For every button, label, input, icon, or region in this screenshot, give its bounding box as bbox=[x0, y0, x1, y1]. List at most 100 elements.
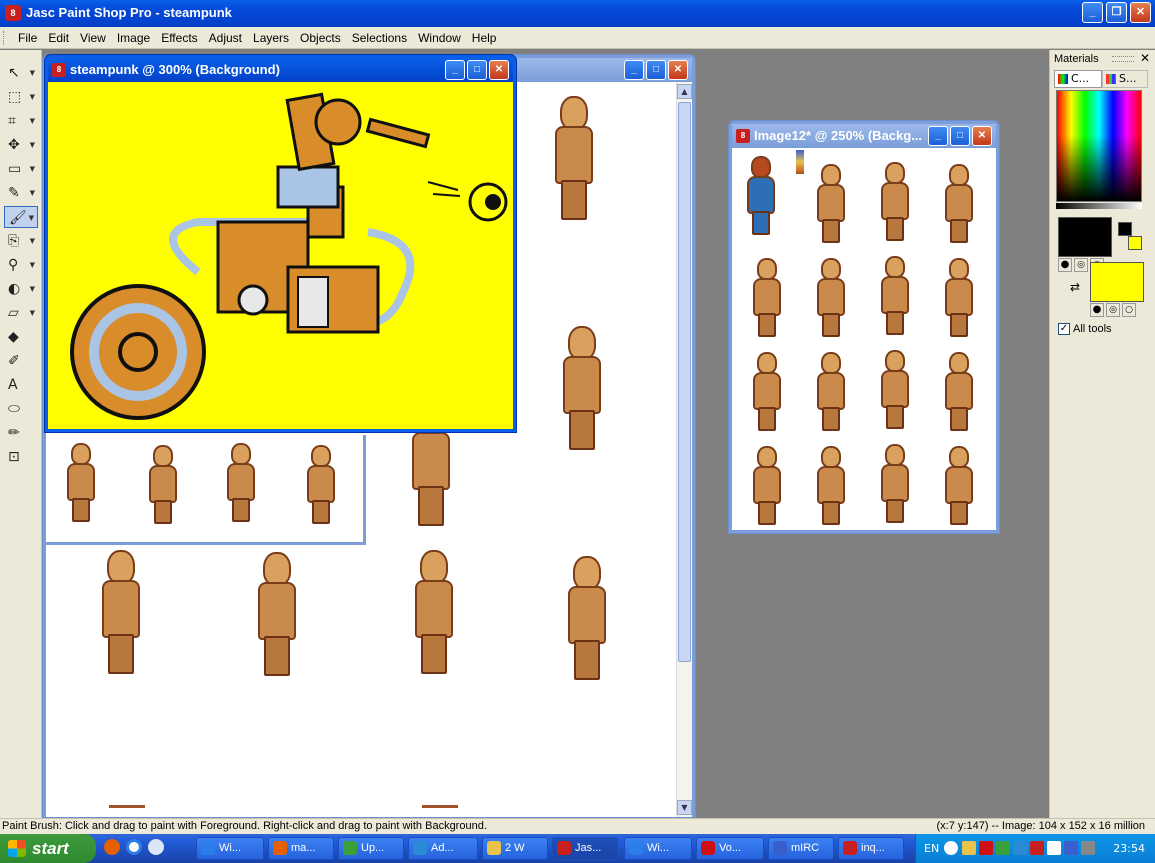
chevron-down-icon[interactable]: ▼ bbox=[30, 278, 35, 300]
taskbar-button[interactable]: inq... bbox=[838, 837, 904, 860]
menu-selections[interactable]: Selections bbox=[352, 31, 414, 45]
doc-maximize-button[interactable]: □ bbox=[950, 126, 970, 146]
volume-icon[interactable] bbox=[1081, 841, 1095, 855]
taskbar-button[interactable]: ma... bbox=[268, 837, 334, 860]
taskbar-button[interactable]: Wi... bbox=[196, 837, 264, 860]
tray-icon[interactable] bbox=[962, 841, 976, 855]
menu-view[interactable]: View bbox=[80, 31, 113, 45]
doc-close-button[interactable]: ✕ bbox=[489, 60, 509, 80]
scroll-up-arrow[interactable]: ▲ bbox=[677, 84, 692, 99]
menu-window[interactable]: Window bbox=[418, 31, 468, 45]
taskbar-button[interactable]: Up... bbox=[338, 837, 404, 860]
menu-layers[interactable]: Layers bbox=[253, 31, 296, 45]
clone-tool[interactable]: ⎘ ▼ bbox=[4, 230, 38, 252]
menu-effects[interactable]: Effects bbox=[161, 31, 204, 45]
shape-tool[interactable]: ⬭ bbox=[4, 398, 38, 420]
taskbar-button[interactable]: mIRC bbox=[768, 837, 834, 860]
text-tool[interactable]: A bbox=[4, 374, 38, 396]
doc-close-button[interactable]: ✕ bbox=[972, 126, 992, 146]
menu-adjust[interactable]: Adjust bbox=[209, 31, 249, 45]
document-window-image12[interactable]: 8 Image12* @ 250% (Backg... _ □ ✕ bbox=[729, 121, 999, 533]
menu-help[interactable]: Help bbox=[472, 31, 504, 45]
swap-colors-icon[interactable]: ⇄ bbox=[1070, 280, 1080, 294]
color-spectrum[interactable] bbox=[1056, 90, 1142, 202]
tray-icon[interactable] bbox=[1030, 841, 1044, 855]
tray-icon[interactable] bbox=[1013, 841, 1027, 855]
background-small-swatch[interactable] bbox=[1128, 236, 1142, 250]
background-color-swatch[interactable] bbox=[1090, 262, 1144, 302]
chevron-down-icon[interactable]: ▼ bbox=[30, 230, 35, 252]
chevron-down-icon[interactable]: ▼ bbox=[30, 134, 35, 156]
style-gradient-icon[interactable]: ◎ bbox=[1106, 303, 1120, 317]
dropper-tool[interactable]: ✎ ▼ bbox=[4, 182, 38, 204]
fill-tool[interactable]: ◆ bbox=[4, 326, 38, 348]
selection-tool[interactable]: ⬚ ▼ bbox=[4, 86, 38, 108]
pan-tool[interactable]: ↖ ▼ bbox=[4, 62, 38, 84]
menu-image[interactable]: Image bbox=[117, 31, 157, 45]
doc-close-button[interactable]: ✕ bbox=[668, 60, 688, 80]
chevron-down-icon[interactable]: ▼ bbox=[30, 182, 35, 204]
desktop-icon[interactable] bbox=[148, 839, 164, 855]
select-rect-tool[interactable]: ▭ ▼ bbox=[4, 158, 38, 180]
tray-icon[interactable] bbox=[979, 841, 993, 855]
doc-minimize-button[interactable]: _ bbox=[445, 60, 465, 80]
crop-tool[interactable]: ⌗ ▼ bbox=[4, 110, 38, 132]
taskbar-button[interactable]: Wi... bbox=[624, 837, 692, 860]
firefox-icon[interactable] bbox=[104, 839, 120, 855]
chevron-down-icon[interactable]: ▼ bbox=[30, 62, 35, 84]
doc-maximize-button[interactable]: □ bbox=[467, 60, 487, 80]
style-color-icon[interactable]: ● bbox=[1058, 258, 1072, 272]
chevron-down-icon[interactable]: ▼ bbox=[30, 302, 35, 324]
tab-color-picker[interactable]: C... bbox=[1054, 70, 1102, 88]
close-button[interactable]: ✕ bbox=[1130, 2, 1151, 23]
vertical-scrollbar[interactable]: ▲ ▼ bbox=[676, 82, 692, 817]
image12-canvas[interactable] bbox=[732, 148, 996, 530]
taskbar-button[interactable]: Ad... bbox=[408, 837, 478, 860]
pencil-tool[interactable]: ✏ bbox=[4, 422, 38, 444]
restore-button[interactable]: ❐ bbox=[1106, 2, 1127, 23]
document-window-steampunk[interactable]: 8 steampunk @ 300% (Background) _ □ ✕ bbox=[45, 55, 516, 432]
scroll-thumb[interactable] bbox=[678, 102, 691, 662]
dodge-tool[interactable]: ◐ ▼ bbox=[4, 278, 38, 300]
grayscale-bar[interactable] bbox=[1056, 203, 1142, 209]
chevron-down-icon[interactable]: ▼ bbox=[30, 110, 35, 132]
paint-brush-tool[interactable]: 🖌 ▼ bbox=[4, 206, 38, 228]
taskbar-button[interactable]: Vo... bbox=[696, 837, 764, 860]
taskbar-button[interactable]: Jas... bbox=[552, 837, 618, 860]
tab-swatches[interactable]: S... bbox=[1102, 70, 1148, 88]
scroll-down-arrow[interactable]: ▼ bbox=[677, 800, 692, 815]
minimize-button[interactable]: _ bbox=[1082, 2, 1103, 23]
chevron-down-icon[interactable]: ▼ bbox=[30, 254, 35, 276]
start-button[interactable]: start bbox=[0, 834, 96, 863]
steampunk-canvas[interactable] bbox=[48, 82, 513, 429]
tray-back-icon[interactable] bbox=[944, 841, 958, 855]
move-tool[interactable]: ✥ ▼ bbox=[4, 134, 38, 156]
palette-grip[interactable] bbox=[1112, 56, 1134, 62]
chevron-down-icon[interactable]: ▼ bbox=[30, 158, 35, 180]
menu-edit[interactable]: Edit bbox=[48, 31, 76, 45]
tray-icon[interactable] bbox=[996, 841, 1010, 855]
foreground-small-swatch[interactable] bbox=[1118, 222, 1132, 236]
deform-tool[interactable]: ⊡ bbox=[4, 446, 38, 468]
pen-tool[interactable]: ✐ bbox=[4, 350, 38, 372]
doc-maximize-button[interactable]: □ bbox=[646, 60, 666, 80]
document-title-bar[interactable]: 8 Image12* @ 250% (Backg... _ □ ✕ bbox=[732, 124, 996, 148]
document-title-bar[interactable]: 8 steampunk @ 300% (Background) _ □ ✕ bbox=[48, 58, 513, 82]
zoom-tool[interactable]: ⚲ ▼ bbox=[4, 254, 38, 276]
menu-file[interactable]: File bbox=[18, 31, 44, 45]
taskbar-button[interactable]: 2 W bbox=[482, 837, 548, 860]
doc-minimize-button[interactable]: _ bbox=[624, 60, 644, 80]
tray-icon[interactable] bbox=[1064, 841, 1078, 855]
style-color-icon[interactable]: ● bbox=[1090, 303, 1104, 317]
chevron-down-icon[interactable]: ▼ bbox=[29, 207, 34, 229]
tray-icon[interactable] bbox=[1047, 841, 1061, 855]
eraser-tool[interactable]: ▱ ▼ bbox=[4, 302, 38, 324]
media-player-icon[interactable] bbox=[126, 839, 142, 855]
chevron-down-icon[interactable]: ▼ bbox=[30, 86, 35, 108]
app-icon[interactable]: 8 bbox=[5, 5, 21, 21]
style-transparent-icon[interactable]: ○ bbox=[1122, 303, 1136, 317]
style-gradient-icon[interactable]: ◎ bbox=[1074, 258, 1088, 272]
menu-grip[interactable] bbox=[3, 31, 6, 45]
foreground-color-swatch[interactable] bbox=[1058, 217, 1112, 257]
menu-objects[interactable]: Objects bbox=[300, 31, 348, 45]
